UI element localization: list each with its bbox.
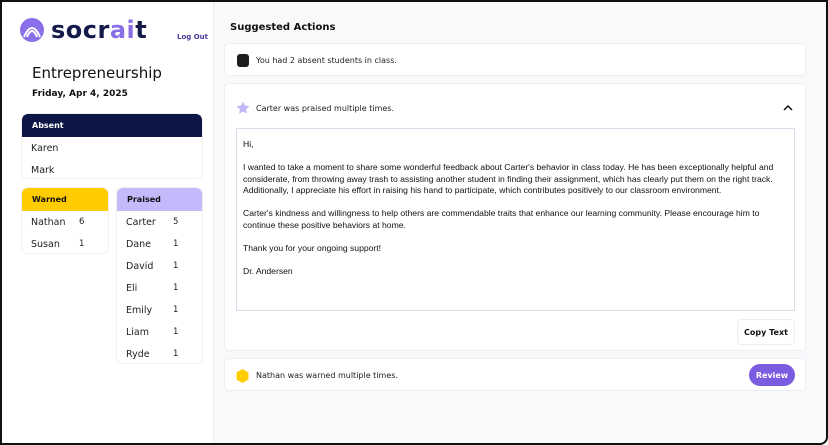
sidebar: socrait Log Out Entrepreneurship Friday,… xyxy=(2,2,214,443)
praised-header: Praised xyxy=(117,188,202,211)
copy-text-button[interactable]: Copy Text xyxy=(737,319,795,345)
app-window: socrait Log Out Entrepreneurship Friday,… xyxy=(0,0,828,445)
student-name: Ryde xyxy=(126,348,150,360)
action-text: You had 2 absent students in class. xyxy=(256,56,397,65)
absent-card: Absent Karen Mark xyxy=(21,113,203,179)
warned-card: Warned Nathan 6 Susan 1 xyxy=(21,187,109,254)
praised-student-row[interactable]: Liam 1 xyxy=(117,321,202,343)
logo: socrait xyxy=(19,16,147,44)
square-icon xyxy=(237,54,249,67)
class-date: Friday, Apr 4, 2025 xyxy=(32,89,128,99)
student-count: 1 xyxy=(173,283,179,293)
praised-student-row[interactable]: David 1 xyxy=(117,255,202,277)
student-count: 5 xyxy=(173,217,179,227)
absent-student[interactable]: Karen xyxy=(22,137,202,159)
student-name: Eli xyxy=(126,282,138,294)
student-count: 1 xyxy=(173,327,179,337)
star-icon xyxy=(236,101,250,114)
praised-student-row[interactable]: Dane 1 xyxy=(117,233,202,255)
student-count: 1 xyxy=(79,239,85,249)
warned-header: Warned xyxy=(22,188,108,211)
hexagon-icon xyxy=(236,369,249,383)
logo-icon xyxy=(20,18,44,42)
action-absent[interactable]: You had 2 absent students in class. xyxy=(224,43,806,76)
absent-student[interactable]: Mark xyxy=(22,159,202,178)
action-text: Nathan was warned multiple times. xyxy=(256,371,398,380)
student-name: Carter xyxy=(126,216,156,228)
praised-student-row[interactable]: Ryde 1 xyxy=(117,343,202,363)
praised-student-row[interactable]: Eli 1 xyxy=(117,277,202,299)
message-textarea[interactable]: Hi, I wanted to take a moment to share s… xyxy=(236,128,795,311)
warned-student-row[interactable]: Susan 1 xyxy=(22,233,108,253)
logout-link[interactable]: Log Out xyxy=(177,33,208,41)
action-warned[interactable]: Nathan was warned multiple times. Review xyxy=(224,358,806,391)
student-name: Susan xyxy=(31,238,60,250)
student-name: Emily xyxy=(126,304,153,316)
action-text: Carter was praised multiple times. xyxy=(256,104,395,113)
student-name: Nathan xyxy=(31,216,66,228)
absent-header: Absent xyxy=(22,114,202,137)
student-name: Liam xyxy=(126,326,150,338)
student-count: 1 xyxy=(173,261,179,271)
review-button[interactable]: Review xyxy=(749,364,795,386)
student-count: 1 xyxy=(173,349,179,359)
student-name: David xyxy=(126,260,154,272)
praised-student-row[interactable]: Carter 5 xyxy=(117,211,202,233)
action-praised: Carter was praised multiple times. Hi, I… xyxy=(224,83,806,351)
chevron-up-icon[interactable] xyxy=(783,104,793,112)
praised-card: Praised Carter 5 Dane 1 David 1 Eli 1 Emily 1 Liam… xyxy=(116,187,203,364)
course-title: Entrepreneurship xyxy=(32,64,162,82)
student-count: 1 xyxy=(173,239,179,249)
student-count: 6 xyxy=(79,217,85,227)
warned-student-row[interactable]: Nathan 6 xyxy=(22,211,108,233)
student-name: Dane xyxy=(126,238,152,250)
page-title: Suggested Actions xyxy=(230,22,336,33)
praised-student-row[interactable]: Emily 1 xyxy=(117,299,202,321)
student-count: 1 xyxy=(173,305,179,315)
